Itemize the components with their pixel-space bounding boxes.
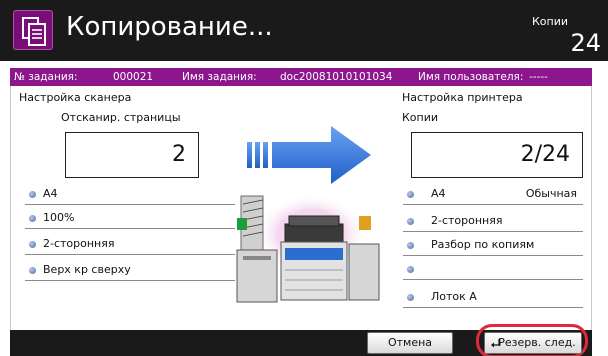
bullet-icon	[29, 267, 36, 274]
printer-setting-row	[403, 258, 583, 280]
copies-count-value: 24	[570, 29, 601, 57]
job-name-label: Имя задания:	[182, 71, 257, 83]
job-info-bar: № задания: 000021 Имя задания: doc200810…	[10, 68, 592, 86]
scanner-setting-row: 100%	[25, 207, 235, 229]
copy-document-icon	[13, 10, 53, 50]
printer-setting-row: Лоток A	[403, 286, 583, 308]
user-name-value: -----	[529, 71, 548, 83]
printed-copies-counter: 2/24	[411, 132, 583, 178]
bullet-icon	[29, 191, 36, 198]
bullet-icon	[407, 242, 414, 249]
printed-copies-label: Копии	[402, 111, 439, 124]
bullet-icon	[407, 266, 414, 273]
reserve-next-label: Резерв. след.	[498, 336, 576, 349]
title-bar: Копирование... Копии 24	[0, 0, 608, 61]
scanner-settings-title: Настройка сканера	[19, 91, 132, 104]
bullet-icon	[29, 215, 36, 222]
page-title: Копирование...	[66, 12, 273, 42]
job-name-value: doc20081010101034	[280, 71, 393, 83]
printer-settings-title: Настройка принтера	[402, 91, 523, 104]
bullet-icon	[407, 191, 414, 198]
bullet-icon	[407, 218, 414, 225]
cancel-button[interactable]: Отмена	[367, 332, 453, 354]
scanner-setting-row: 2-сторонняя	[25, 233, 235, 255]
progress-arrow-icon	[247, 126, 371, 184]
job-status-panel: Настройка сканера Отсканир. страницы 2 A…	[10, 86, 592, 356]
printer-setting-row: 2-сторонняя	[403, 210, 583, 232]
printer-illustration	[236, 194, 380, 303]
scanned-pages-label: Отсканир. страницы	[61, 111, 181, 124]
scanner-setting-row: Верх кр сверху	[25, 259, 235, 281]
scanner-setting-row: A4	[25, 183, 235, 205]
job-number-label: № задания:	[14, 71, 78, 83]
enter-icon	[491, 339, 500, 348]
printer-setting-row: Разбор по копиям	[403, 234, 583, 256]
user-name-label: Имя пользователя:	[418, 71, 524, 83]
printer-setting-row: A4 Обычная	[403, 183, 583, 205]
reserve-next-button[interactable]: Резерв. след.	[484, 332, 582, 354]
copies-count-label: Копии	[531, 15, 568, 28]
bullet-icon	[407, 294, 414, 301]
job-number-value: 000021	[113, 71, 154, 83]
bullet-icon	[29, 241, 36, 248]
scanned-pages-counter: 2	[65, 132, 199, 178]
